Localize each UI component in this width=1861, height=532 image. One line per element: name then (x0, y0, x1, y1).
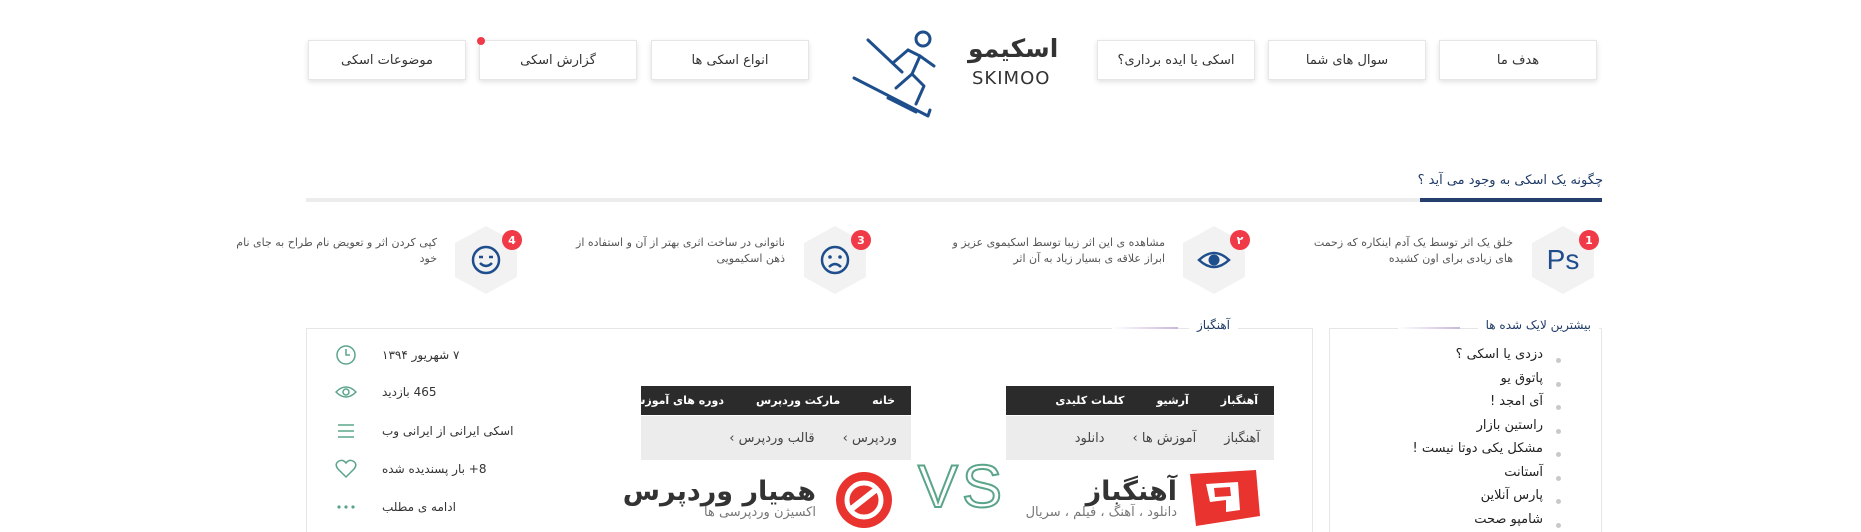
section-divider-accent (1420, 198, 1602, 202)
nav-goal-label: هدف ما (1496, 52, 1540, 68)
list-item[interactable]: راستین بازار (1391, 414, 1561, 438)
step-1-text: خلق یک اثر توسط یک آدم اینکاره که زحمت ه… (1313, 236, 1513, 265)
sad-face-icon (820, 245, 850, 275)
list-item[interactable]: آی امجد ! (1391, 390, 1561, 414)
step-2-text: مشاهده ی این اثر زیبا توسط اسکیموی عزیز … (952, 236, 1166, 265)
crumb-item: وردپرس › (842, 430, 897, 446)
ahangbaz-brand: آهنگباز دانلود ، آهنگ ، فیلم ، سریال (1026, 476, 1177, 520)
step-3-badge: 3 (851, 230, 871, 250)
nav-ski-types[interactable]: انواع اسکی ها (651, 40, 809, 80)
list-item[interactable]: مشکل یکی دوتا نیست ! (1391, 437, 1561, 461)
post-title[interactable]: آهنگباز (1189, 318, 1238, 332)
section-divider (306, 198, 1602, 202)
ahangbaz-menu-bar: آهنگباز آرشیو کلمات کلیدی (1006, 386, 1274, 415)
post-title-line (1112, 327, 1178, 329)
hamyar-name: همیار وردپرس (622, 476, 816, 507)
post-date: ۷ شهریور ۱۳۹۴ (382, 348, 460, 362)
crumb-item: قالب وردپرس › (729, 430, 815, 446)
post-likes-row: 8+ بار پسندیده شده (332, 454, 532, 484)
list-item[interactable]: پارس آنلاین (1391, 484, 1561, 508)
crumb-item: آموزش ها › (1132, 430, 1197, 446)
smile-face-icon (471, 245, 501, 275)
nav-goal[interactable]: هدف ما (1439, 40, 1597, 80)
nav-ski-report[interactable]: گزارش اسکی (477, 37, 637, 80)
nav-ski-report-label: گزارش اسکی (520, 52, 596, 68)
page: هدف ما سوال های شما اسکی یا ایده برداری؟… (0, 0, 1861, 532)
post-likes: 8+ بار پسندیده شده (382, 462, 487, 476)
post-views: 465 بازدید (382, 385, 437, 399)
nav-ski-topics-label: موضوعات اسکی (340, 52, 434, 68)
hamyar-breadcrumb: وردپرس › قالب وردپرس › (641, 416, 911, 460)
step-4-text: کپی کردن اثر و تعویض نام طراح به جای نام… (236, 236, 437, 265)
clock-icon (332, 344, 360, 366)
post-category[interactable]: اسکی ایرانی از ایرانی وب (382, 424, 513, 438)
post-views-row: 465 بازدید (332, 377, 532, 407)
menu-item: خانه (872, 394, 895, 407)
nav-ski-or-idea-label: اسکی یا ایده برداری؟ (1117, 52, 1235, 68)
list-item[interactable]: شامپو صحت (1391, 508, 1561, 532)
post-date-row: ۷ شهریور ۱۳۹۴ (332, 340, 532, 370)
crumb-item: دانلود (1074, 430, 1105, 446)
menu-item: مارکت وردپرس (756, 394, 841, 407)
hamyar-subtitle: اکسیژن وردپرسی ها (704, 505, 816, 520)
notification-dot (477, 37, 485, 45)
post-read-more-row[interactable]: ادامه ی مطلب (332, 492, 532, 522)
nav-ski-topics[interactable]: موضوعات اسکی (308, 40, 466, 80)
menu-item: دوره های آموزشی (641, 394, 725, 407)
crumb-item: آهنگباز (1224, 430, 1260, 446)
read-more-link[interactable]: ادامه ی مطلب (382, 500, 456, 514)
eye-icon (332, 381, 360, 403)
eye-icon (1197, 251, 1231, 269)
step-1-badge: 1 (1579, 230, 1599, 250)
logo-title: اسکیمو (968, 34, 1059, 63)
hamyar-brand: همیار وردپرس اکسیژن وردپرسی ها (623, 476, 816, 520)
photoshop-icon: Ps (1546, 244, 1580, 275)
step-3-text: ناتوانی در ساخت اثری بهتر از آن و استفاد… (576, 236, 785, 265)
menu-item: آرشیو (1156, 394, 1189, 407)
nav-ski-types-label: انواع اسکی ها (691, 52, 769, 68)
nav-your-questions-label: سوال های شما (1305, 52, 1389, 68)
menu-icon (332, 420, 360, 442)
most-liked-title: بیشترین لایک شده ها (1477, 318, 1599, 332)
hamyar-menu-bar: خانه مارکت وردپرس دوره های آموزشی (641, 386, 911, 415)
ahangbaz-name: آهنگباز (1085, 476, 1177, 507)
heart-icon[interactable] (332, 458, 360, 480)
ahangbaz-logo-icon (1190, 470, 1260, 526)
most-liked-title-line (1398, 327, 1460, 329)
post-category-row: اسکی ایرانی از ایرانی وب (332, 416, 532, 446)
nav-ski-or-idea[interactable]: اسکی یا ایده برداری؟ (1097, 40, 1255, 80)
logo-subtitle: SKIMOO (972, 68, 1051, 89)
most-liked-list: دزدی یا اسکی ؟ پاتوق یو آی امجد ! راستین… (1391, 343, 1561, 531)
list-item[interactable]: پاتوق یو (1391, 367, 1561, 391)
ahangbaz-subtitle: دانلود ، آهنگ ، فیلم ، سریال (1025, 505, 1177, 520)
menu-item: کلمات کلیدی (1055, 394, 1125, 407)
ahangbaz-breadcrumb: آهنگباز آموزش ها › دانلود (1006, 416, 1274, 460)
list-item[interactable]: آستانت (1391, 461, 1561, 485)
menu-item: آهنگباز (1220, 394, 1258, 407)
step-2-badge: ۲ (1230, 230, 1250, 250)
hamyar-logo-icon (836, 472, 892, 528)
more-icon (332, 496, 360, 518)
list-item[interactable]: دزدی یا اسکی ؟ (1391, 343, 1561, 367)
vs-label: VS (917, 452, 1007, 521)
nav-your-questions[interactable]: سوال های شما (1268, 40, 1426, 80)
step-4-badge: 4 (502, 230, 522, 250)
section-title: چگونه یک اسکی به وجود می آید ؟ (1417, 173, 1603, 188)
